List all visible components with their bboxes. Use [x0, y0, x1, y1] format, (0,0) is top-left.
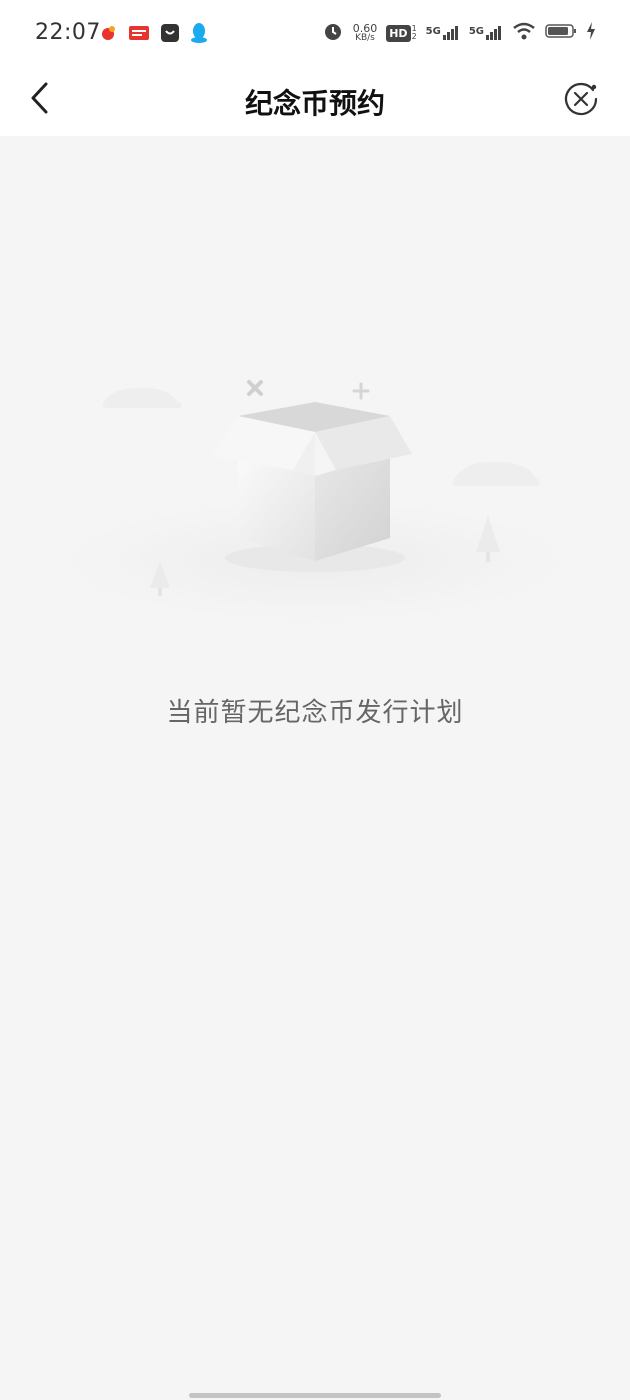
main-content: 当前暂无纪念币发行计划: [0, 136, 630, 1400]
toutiao-icon: [128, 24, 150, 46]
weibo-icon: [100, 24, 118, 46]
battery-icon: [545, 23, 577, 43]
notification-icons: [100, 22, 208, 48]
sim2-label: 5G: [468, 26, 484, 37]
home-indicator[interactable]: [189, 1393, 441, 1398]
status-bar: 22:07 0.60 KB/s HD 12 5G 5G: [0, 0, 630, 66]
net-speed: 0.60 KB/s: [353, 23, 378, 43]
signal-icon: 5G: [426, 26, 460, 40]
status-time: 22:07: [35, 20, 101, 45]
status-right: 0.60 KB/s HD 12 5G 5G: [322, 20, 596, 46]
alarm-icon: [322, 20, 344, 46]
close-button[interactable]: [560, 80, 602, 122]
nav-bar: 纪念币预约: [0, 66, 630, 136]
charging-icon: [586, 22, 596, 44]
page-title: 纪念币预约: [244, 87, 385, 120]
signal-icon: 5G: [469, 26, 503, 40]
hd-icon: HD 12: [386, 24, 417, 42]
shopping-icon: [160, 23, 180, 47]
wifi-icon: [512, 22, 536, 44]
hd-label: HD: [386, 24, 411, 42]
net-speed-unit: KB/s: [355, 33, 375, 43]
sim1-label: 5G: [425, 26, 441, 37]
close-circle-icon: [563, 81, 599, 121]
empty-box-icon: [60, 366, 570, 636]
empty-state-message: 当前暂无纪念币发行计划: [166, 698, 464, 728]
qq-icon: [190, 22, 208, 48]
